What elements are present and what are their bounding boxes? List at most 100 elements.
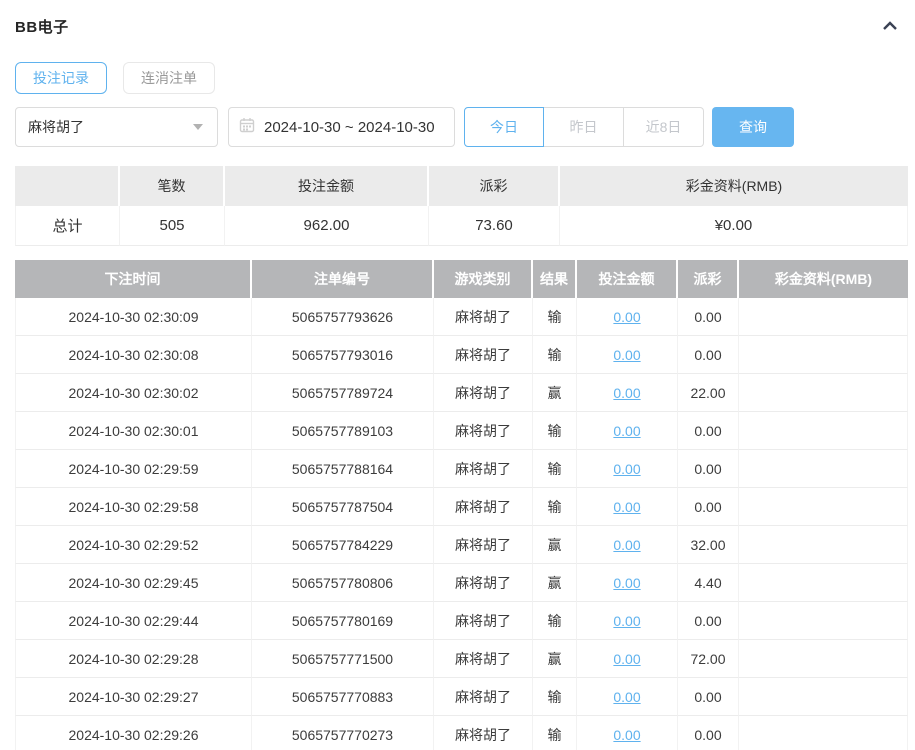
query-button[interactable]: 查询 — [712, 107, 794, 147]
cell-bet-amount: 0.00 — [577, 450, 678, 488]
cell-game-type: 麻将胡了 — [434, 602, 533, 640]
cell-bet-time: 2024-10-30 02:29:59 — [15, 450, 252, 488]
bet-amount-link[interactable]: 0.00 — [613, 385, 640, 401]
bet-amount-link[interactable]: 0.00 — [613, 309, 640, 325]
quick-range-last8days-button[interactable]: 近8日 — [624, 107, 704, 147]
bet-amount-link[interactable]: 0.00 — [613, 613, 640, 629]
table-row: 2024-10-30 02:29:27 5065757770883 麻将胡了 输… — [15, 678, 908, 716]
cell-order-number: 5065757771500 — [252, 640, 434, 678]
cell-game-type: 麻将胡了 — [434, 374, 533, 412]
page-title: BB电子 — [15, 18, 69, 36]
cell-bonus — [739, 488, 908, 526]
chevron-up-icon — [880, 21, 900, 39]
cell-payout: 0.00 — [678, 298, 739, 336]
table-row: 2024-10-30 02:29:26 5065757770273 麻将胡了 输… — [15, 716, 908, 750]
cell-result: 输 — [533, 488, 577, 526]
collapse-panel-button[interactable] — [878, 14, 902, 38]
cell-bonus — [739, 526, 908, 564]
bet-amount-link[interactable]: 0.00 — [613, 537, 640, 553]
summary-header-row: 笔数 投注金额 派彩 彩金资料(RMB) — [15, 166, 908, 206]
record-type-tabs: 投注记录 连消注单 — [15, 62, 908, 94]
cell-game-type: 麻将胡了 — [434, 716, 533, 750]
records-header-payout: 派彩 — [678, 260, 739, 298]
cell-bet-time: 2024-10-30 02:30:01 — [15, 412, 252, 450]
cell-game-type: 麻将胡了 — [434, 298, 533, 336]
records-header-result: 结果 — [533, 260, 577, 298]
cell-order-number: 5065757787504 — [252, 488, 434, 526]
bet-amount-link[interactable]: 0.00 — [613, 499, 640, 515]
cell-result: 输 — [533, 298, 577, 336]
tab-cancelled-orders[interactable]: 连消注单 — [123, 62, 215, 94]
cell-bet-amount: 0.00 — [577, 640, 678, 678]
cell-bet-amount: 0.00 — [577, 488, 678, 526]
summary-total-payout: 73.60 — [429, 206, 560, 246]
bet-amount-link[interactable]: 0.00 — [613, 651, 640, 667]
tab-bet-records[interactable]: 投注记录 — [15, 62, 107, 94]
cell-bet-time: 2024-10-30 02:29:45 — [15, 564, 252, 602]
records-body: 2024-10-30 02:30:09 5065757793626 麻将胡了 输… — [15, 298, 908, 750]
bet-amount-link[interactable]: 0.00 — [613, 461, 640, 477]
cell-payout: 32.00 — [678, 526, 739, 564]
filter-bar: 麻将胡了 2024-10-30 ~ 2024-10-30 今日 昨日 近8日 查… — [15, 107, 908, 147]
game-select[interactable]: 麻将胡了 — [15, 107, 218, 147]
cell-bet-time: 2024-10-30 02:29:27 — [15, 678, 252, 716]
cell-bet-amount: 0.00 — [577, 716, 678, 750]
cell-order-number: 5065757788164 — [252, 450, 434, 488]
summary-header-bonus: 彩金资料(RMB) — [560, 166, 908, 206]
cell-payout: 0.00 — [678, 450, 739, 488]
cell-bonus — [739, 678, 908, 716]
cell-payout: 0.00 — [678, 716, 739, 750]
cell-order-number: 5065757780169 — [252, 602, 434, 640]
summary-total-row: 总计 505 962.00 73.60 ¥0.00 — [15, 206, 908, 246]
cell-payout: 72.00 — [678, 640, 739, 678]
cell-result: 赢 — [533, 640, 577, 678]
bet-amount-link[interactable]: 0.00 — [613, 575, 640, 591]
summary-total-label: 总计 — [15, 206, 120, 246]
records-header-game-type: 游戏类别 — [434, 260, 533, 298]
cell-result: 赢 — [533, 526, 577, 564]
cell-bet-time: 2024-10-30 02:29:26 — [15, 716, 252, 750]
cell-bet-time: 2024-10-30 02:29:44 — [15, 602, 252, 640]
betting-records-panel: BB电子 投注记录 连消注单 麻将胡了 2024-10-30 ~ 2024-10… — [0, 0, 915, 750]
cell-game-type: 麻将胡了 — [434, 412, 533, 450]
cell-bet-amount: 0.00 — [577, 374, 678, 412]
cell-result: 输 — [533, 602, 577, 640]
cell-bet-amount: 0.00 — [577, 602, 678, 640]
cell-payout: 22.00 — [678, 374, 739, 412]
cell-game-type: 麻将胡了 — [434, 488, 533, 526]
table-row: 2024-10-30 02:30:02 5065757789724 麻将胡了 赢… — [15, 374, 908, 412]
records-header-bet-amount: 投注金额 — [577, 260, 678, 298]
bet-amount-link[interactable]: 0.00 — [613, 347, 640, 363]
quick-range-yesterday-button[interactable]: 昨日 — [544, 107, 624, 147]
cell-order-number: 5065757770883 — [252, 678, 434, 716]
cell-bonus — [739, 564, 908, 602]
cell-bet-time: 2024-10-30 02:30:09 — [15, 298, 252, 336]
cell-bet-amount: 0.00 — [577, 298, 678, 336]
records-table: 下注时间 注单编号 游戏类别 结果 投注金额 派彩 彩金资料(RMB) 2024… — [15, 260, 908, 750]
cell-result: 赢 — [533, 374, 577, 412]
summary-header-bet-amount: 投注金额 — [225, 166, 429, 206]
cell-bonus — [739, 298, 908, 336]
date-range-value: 2024-10-30 ~ 2024-10-30 — [264, 118, 435, 136]
quick-range-today-button[interactable]: 今日 — [464, 107, 544, 147]
date-range-picker[interactable]: 2024-10-30 ~ 2024-10-30 — [228, 107, 455, 147]
table-row: 2024-10-30 02:29:59 5065757788164 麻将胡了 输… — [15, 450, 908, 488]
cell-bet-amount: 0.00 — [577, 412, 678, 450]
cell-bet-time: 2024-10-30 02:30:02 — [15, 374, 252, 412]
cell-result: 输 — [533, 412, 577, 450]
summary-header-payout: 派彩 — [429, 166, 560, 206]
cell-game-type: 麻将胡了 — [434, 450, 533, 488]
records-header-bet-time: 下注时间 — [15, 260, 252, 298]
cell-game-type: 麻将胡了 — [434, 564, 533, 602]
cell-order-number: 5065757789724 — [252, 374, 434, 412]
cell-order-number: 5065757793626 — [252, 298, 434, 336]
bet-amount-link[interactable]: 0.00 — [613, 423, 640, 439]
quick-range-group: 今日 昨日 近8日 — [464, 107, 704, 147]
cell-result: 输 — [533, 716, 577, 750]
table-row: 2024-10-30 02:30:08 5065757793016 麻将胡了 输… — [15, 336, 908, 374]
cell-bet-amount: 0.00 — [577, 678, 678, 716]
bet-amount-link[interactable]: 0.00 — [613, 689, 640, 705]
cell-payout: 0.00 — [678, 678, 739, 716]
summary-total-bet-amount: 962.00 — [225, 206, 429, 246]
bet-amount-link[interactable]: 0.00 — [613, 727, 640, 743]
